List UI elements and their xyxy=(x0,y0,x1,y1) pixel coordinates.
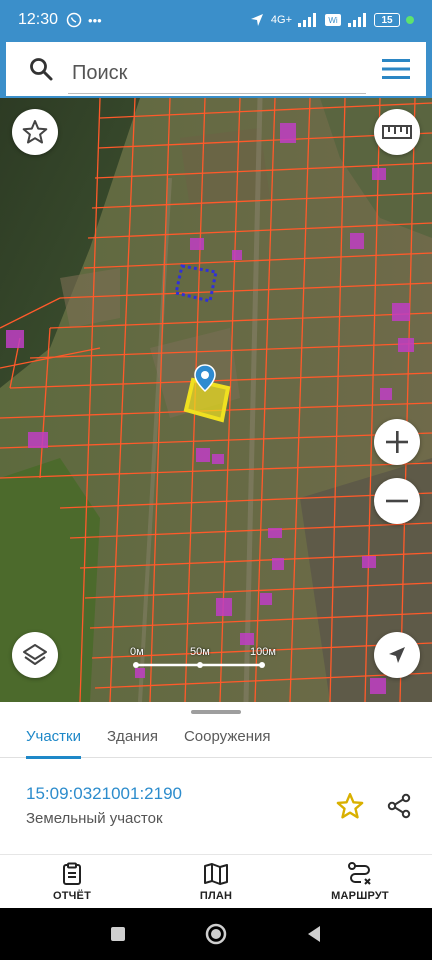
zoom-in-icon xyxy=(386,431,408,453)
wifi-icon: Wi xyxy=(325,14,341,26)
sheet-handle[interactable] xyxy=(191,710,241,714)
home-icon[interactable] xyxy=(205,923,227,945)
tab-parcels[interactable]: Участки xyxy=(26,716,81,759)
nav-route[interactable]: МАРШРУТ xyxy=(288,855,432,908)
favorite-star-icon[interactable] xyxy=(336,792,364,820)
battery-icon: 15 xyxy=(374,13,400,27)
menu-icon[interactable] xyxy=(382,57,412,81)
more-notifications-icon: ••• xyxy=(88,12,102,28)
search-header xyxy=(0,40,432,98)
status-right: 4G+ Wi 15 xyxy=(249,12,414,28)
location-icon xyxy=(250,14,263,26)
parcel-type: Земельный участок xyxy=(26,810,163,827)
map-pin-icon[interactable] xyxy=(194,364,216,392)
nav-report-label: ОТЧЁТ xyxy=(52,889,92,902)
signal-icon xyxy=(298,13,316,27)
status-bar: 12:30 ••• 4G+ Wi 15 xyxy=(0,0,432,40)
route-icon xyxy=(348,861,371,885)
search-bar xyxy=(6,42,426,96)
nav-plan[interactable]: ПЛАН xyxy=(144,855,288,908)
recent-apps-icon[interactable] xyxy=(110,926,126,942)
nav-report[interactable]: ОТЧЁТ xyxy=(0,855,144,908)
bottom-navigation: ОТЧЁТ ПЛАН МАРШРУТ xyxy=(0,854,432,908)
signal2-icon xyxy=(348,13,366,27)
nav-route-label: МАРШРУТ xyxy=(331,889,389,902)
cadastral-number[interactable]: 15:09:0321001:2190 xyxy=(26,784,182,804)
zoom-out-icon xyxy=(386,499,408,503)
my-location-button[interactable] xyxy=(374,632,420,678)
satellite-map[interactable] xyxy=(0,98,432,702)
tab-structures[interactable]: Сооружения xyxy=(184,716,271,758)
share-icon[interactable] xyxy=(386,793,412,819)
parcel-info[interactable]: 15:09:0321001:2190 Земельный участок xyxy=(26,784,182,827)
scale-label-0: 0м xyxy=(130,646,144,658)
system-navigation-bar xyxy=(0,908,432,960)
map-view[interactable]: 0м 50м 100м xyxy=(0,98,432,702)
zoom-out-button[interactable] xyxy=(374,478,420,524)
whatsapp-icon xyxy=(66,12,82,28)
search-icon[interactable] xyxy=(28,56,54,82)
scale-line xyxy=(133,662,265,668)
info-sheet: Участки Здания Сооружения 15:09:0321001:… xyxy=(0,702,432,854)
layers-icon xyxy=(23,644,47,665)
nav-plan-label: ПЛАН xyxy=(199,889,233,902)
svg-text:Wi: Wi xyxy=(328,16,338,25)
network-label: 4G+ xyxy=(270,14,292,26)
scale-label-50: 50м xyxy=(190,646,210,658)
status-time: 12:30 xyxy=(18,11,59,28)
report-icon xyxy=(63,862,81,885)
object-tabs: Участки Здания Сооружения xyxy=(0,716,432,759)
star-icon xyxy=(22,120,48,144)
favorite-map-button[interactable] xyxy=(12,109,58,155)
navigation-icon xyxy=(389,647,405,663)
map-scale-bar: 0м 50м 100м xyxy=(130,646,276,676)
back-icon[interactable] xyxy=(306,925,322,943)
tab-buildings[interactable]: Здания xyxy=(107,716,158,758)
measure-button[interactable] xyxy=(374,109,420,155)
scale-label-100: 100м xyxy=(250,646,276,658)
plan-icon xyxy=(204,862,228,885)
zoom-in-button[interactable] xyxy=(374,419,420,465)
parcel-actions xyxy=(336,792,412,820)
search-input[interactable] xyxy=(68,54,366,94)
charging-indicator xyxy=(406,16,414,24)
ruler-icon xyxy=(382,125,412,139)
notification-icons: ••• xyxy=(66,12,102,28)
layers-button[interactable] xyxy=(12,632,58,678)
